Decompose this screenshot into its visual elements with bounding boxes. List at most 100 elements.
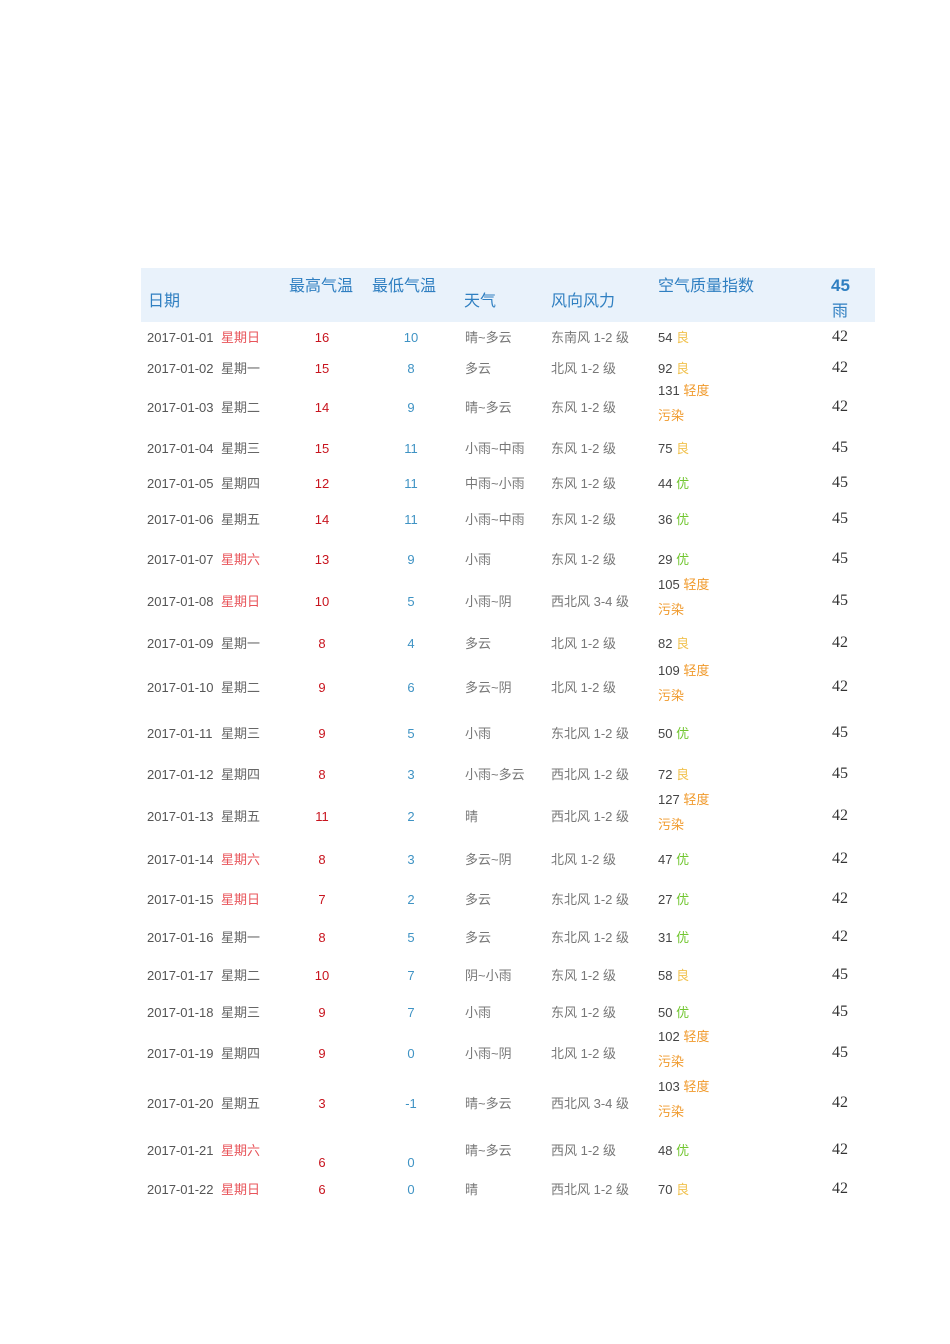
row-weekday: 星期四 bbox=[221, 476, 261, 491]
aqi-value: 36 bbox=[658, 512, 673, 527]
row-min-temp: 0 bbox=[407, 1046, 415, 1061]
row-weather: 多云~阴 bbox=[465, 680, 512, 695]
row-min-temp: 11 bbox=[404, 476, 418, 491]
aqi-level: 优 bbox=[676, 852, 690, 867]
row-max-temp: 8 bbox=[318, 636, 326, 651]
row-last-value: 42 bbox=[832, 359, 848, 376]
aqi-level-line2: 污染 bbox=[658, 1104, 685, 1119]
row-min-temp: 2 bbox=[407, 892, 415, 907]
aqi-value: 72 bbox=[658, 767, 673, 782]
row-min-temp: 7 bbox=[407, 1005, 415, 1020]
row-last-value: 45 bbox=[832, 765, 848, 782]
row-min-temp: 9 bbox=[407, 552, 415, 567]
row-last-value: 42 bbox=[832, 1141, 848, 1158]
row-max-temp: 8 bbox=[318, 930, 326, 945]
row-weather: 中雨~小雨 bbox=[465, 476, 525, 491]
row-weather: 多云 bbox=[465, 636, 492, 651]
row-date: 2017-01-15 bbox=[147, 892, 214, 907]
row-wind: 北风 1-2 级 bbox=[551, 1046, 617, 1061]
row-weather: 小雨~中雨 bbox=[465, 441, 525, 456]
row-max-temp: 9 bbox=[318, 680, 326, 695]
aqi-value: 50 bbox=[658, 1005, 673, 1020]
row-weather: 小雨 bbox=[465, 726, 492, 741]
row-min-temp: 0 bbox=[407, 1182, 415, 1197]
row-last-value: 45 bbox=[832, 724, 848, 741]
row-last-value: 42 bbox=[832, 850, 848, 867]
row-weather: 小雨 bbox=[465, 552, 492, 567]
row-weekday: 星期日 bbox=[221, 330, 261, 345]
row-date: 2017-01-04 bbox=[147, 441, 214, 456]
aqi-level: 优 bbox=[676, 726, 690, 741]
row-weather: 晴~多云 bbox=[465, 1143, 512, 1158]
row-max-temp: 12 bbox=[314, 476, 330, 491]
row-aqi: 70 良 bbox=[658, 1182, 689, 1198]
row-wind: 北风 1-2 级 bbox=[551, 680, 617, 695]
row-max-temp: 6 bbox=[318, 1182, 326, 1197]
header-aqi: 空气质量指数 bbox=[658, 278, 755, 295]
row-wind: 北风 1-2 级 bbox=[551, 852, 617, 867]
row-min-temp: -1 bbox=[405, 1096, 417, 1111]
row-min-temp: 11 bbox=[404, 441, 418, 456]
row-weekday: 星期三 bbox=[221, 1005, 261, 1020]
row-weekday: 星期一 bbox=[221, 361, 261, 376]
aqi-level-line2: 污染 bbox=[658, 1054, 685, 1069]
row-min-temp: 2 bbox=[407, 809, 415, 824]
row-wind: 东风 1-2 级 bbox=[551, 968, 617, 983]
aqi-value: 58 bbox=[658, 968, 673, 983]
row-max-temp: 8 bbox=[318, 767, 326, 782]
aqi-level: 良 bbox=[676, 636, 690, 651]
row-weather: 多云~阴 bbox=[465, 852, 512, 867]
aqi-level: 优 bbox=[676, 552, 690, 567]
row-last-value: 45 bbox=[832, 510, 848, 527]
table-header bbox=[141, 268, 875, 322]
row-date: 2017-01-10 bbox=[147, 680, 214, 695]
row-date: 2017-01-16 bbox=[147, 930, 214, 945]
row-weather: 晴 bbox=[465, 1182, 479, 1197]
row-last-value: 42 bbox=[832, 678, 848, 695]
row-weekday: 星期二 bbox=[221, 968, 261, 983]
row-max-temp: 11 bbox=[315, 809, 329, 824]
row-wind: 东南风 1-2 级 bbox=[551, 330, 630, 345]
row-aqi: 29 优 bbox=[658, 552, 689, 568]
aqi-value: 102 bbox=[658, 1029, 680, 1044]
row-wind: 北风 1-2 级 bbox=[551, 361, 617, 376]
row-aqi: 127 轻度 bbox=[658, 792, 709, 808]
row-aqi: 54 良 bbox=[658, 330, 689, 346]
aqi-value: 29 bbox=[658, 552, 673, 567]
row-weekday: 星期一 bbox=[221, 636, 261, 651]
aqi-level: 优 bbox=[676, 892, 690, 907]
row-last-value: 45 bbox=[832, 592, 848, 609]
row-aqi: 50 优 bbox=[658, 726, 689, 742]
row-wind: 西北风 1-2 级 bbox=[551, 767, 630, 782]
row-weather: 小雨~多云 bbox=[465, 767, 525, 782]
row-max-temp: 10 bbox=[314, 968, 330, 983]
row-weekday: 星期二 bbox=[221, 400, 261, 415]
row-wind: 东风 1-2 级 bbox=[551, 441, 617, 456]
row-aqi: 31 优 bbox=[658, 930, 689, 946]
row-weather: 小雨~阴 bbox=[465, 1046, 512, 1061]
row-date: 2017-01-21 bbox=[147, 1143, 214, 1158]
aqi-level-line2: 污染 bbox=[658, 688, 685, 703]
row-aqi: 103 轻度 bbox=[658, 1079, 709, 1095]
row-date: 2017-01-14 bbox=[147, 852, 214, 867]
row-date: 2017-01-01 bbox=[147, 330, 214, 345]
row-weekday: 星期三 bbox=[221, 726, 261, 741]
aqi-level-line2: 污染 bbox=[658, 602, 685, 617]
aqi-level: 良 bbox=[676, 330, 690, 345]
row-aqi: 27 优 bbox=[658, 892, 689, 908]
row-max-temp: 14 bbox=[314, 400, 330, 415]
row-max-temp: 9 bbox=[318, 1046, 326, 1061]
aqi-value: 82 bbox=[658, 636, 673, 651]
row-last-value: 42 bbox=[832, 634, 848, 651]
aqi-value: 48 bbox=[658, 1143, 673, 1158]
row-aqi: 44 优 bbox=[658, 476, 689, 492]
row-date: 2017-01-08 bbox=[147, 594, 214, 609]
header-min-temp: 最低气温 bbox=[372, 278, 437, 295]
aqi-level: 优 bbox=[676, 930, 690, 945]
row-date: 2017-01-17 bbox=[147, 968, 214, 983]
row-date: 2017-01-22 bbox=[147, 1182, 214, 1197]
row-last-value: 45 bbox=[832, 550, 848, 567]
row-wind: 西北风 1-2 级 bbox=[551, 809, 630, 824]
row-aqi: 92 良 bbox=[658, 361, 689, 377]
aqi-value: 31 bbox=[658, 930, 673, 945]
